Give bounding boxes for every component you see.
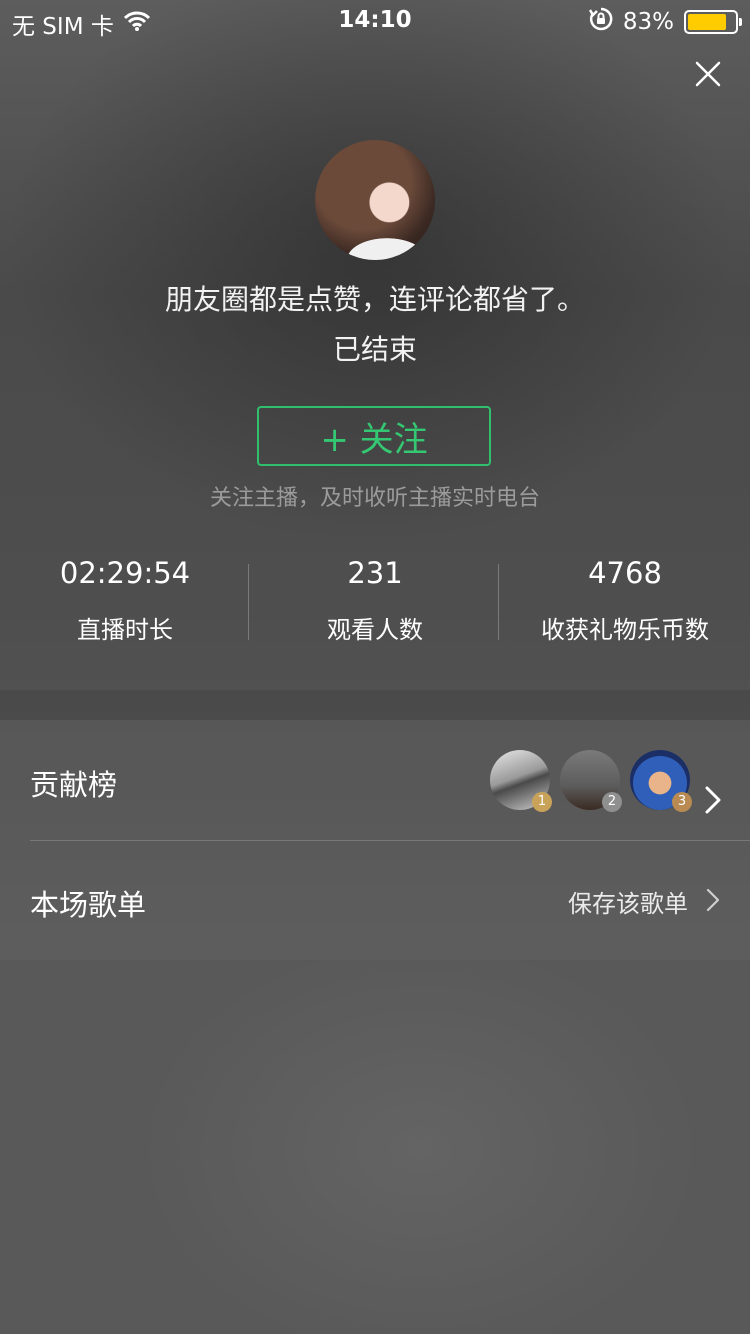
section-gap: [0, 690, 750, 720]
page-title: 朋友圈都是点赞，连评论都省了。: [164, 283, 585, 316]
stat-value: 231: [347, 556, 403, 590]
rank-badge: 3: [672, 792, 692, 812]
stat-label: 观看人数: [327, 616, 423, 644]
stat-divider: [248, 564, 249, 640]
host-avatar[interactable]: [315, 140, 435, 260]
contribution-row[interactable]: 贡献榜 1 2 3: [0, 720, 750, 841]
battery-percent: 83%: [622, 9, 674, 35]
close-button[interactable]: [688, 54, 728, 94]
stat-gifts: 4768 收获礼物乐币数: [500, 556, 750, 645]
stat-duration: 02:29:54 直播时长: [0, 556, 250, 645]
status-right: 83%: [588, 7, 742, 37]
close-icon[interactable]: [688, 54, 728, 94]
stat-value: 4768: [588, 556, 662, 590]
follow-hint: 关注主播，及时收听主播实时电台: [209, 486, 540, 511]
contribution-label: 贡献榜: [30, 768, 118, 802]
chevron-right-icon[interactable]: [704, 786, 722, 814]
stat-divider: [498, 564, 499, 640]
follow-button[interactable]: + 关注: [257, 406, 491, 466]
rotation-lock-icon: [588, 7, 613, 37]
rank-avatar-3[interactable]: 3: [630, 750, 692, 812]
rank-avatar-1[interactable]: 1: [490, 750, 552, 812]
rank-avatar-2[interactable]: 2: [560, 750, 622, 812]
stat-label: 收获礼物乐币数: [541, 616, 709, 644]
stat-viewers: 231 观看人数: [250, 556, 500, 645]
stats-row: 02:29:54 直播时长 231 观看人数 4768 收获礼物乐币数: [0, 556, 750, 646]
rank-badge: 2: [602, 792, 622, 812]
status-bar: 无 SIM 卡 14:10 83%: [0, 0, 750, 40]
battery-icon: [684, 10, 742, 34]
stat-value: 02:29:54: [59, 556, 191, 590]
battery-level: [688, 14, 727, 30]
stat-label: 直播时长: [77, 616, 173, 644]
list-section: 贡献榜 1 2 3 本场歌单 保存该歌单: [0, 720, 750, 960]
playlist-row[interactable]: 本场歌单 保存该歌单: [0, 840, 750, 960]
save-playlist-link[interactable]: 保存该歌单: [568, 884, 688, 919]
playlist-label: 本场歌单: [30, 888, 147, 922]
chevron-right-icon[interactable]: [706, 888, 720, 912]
rank-badge: 1: [532, 792, 552, 812]
live-status: 已结束: [332, 333, 417, 366]
